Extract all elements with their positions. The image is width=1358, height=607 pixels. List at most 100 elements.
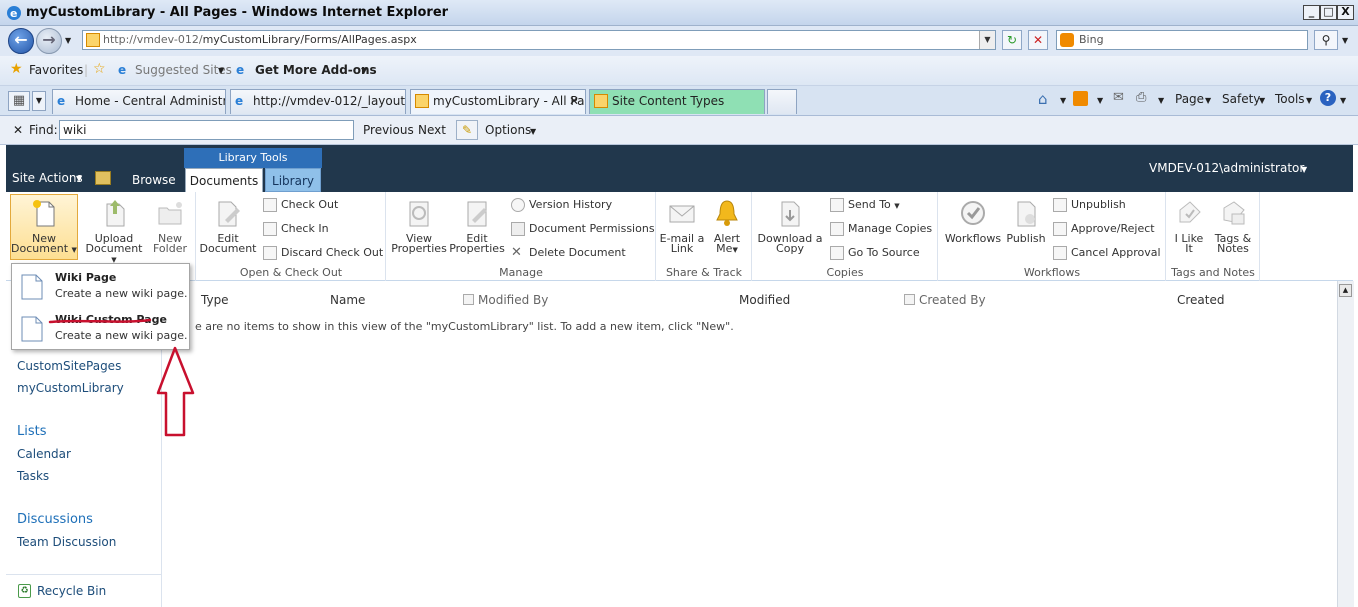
separator: | [84, 63, 89, 77]
column-created[interactable]: Created [1177, 293, 1225, 307]
refresh-icon[interactable]: ↻ [1002, 30, 1022, 50]
chevron-down-icon[interactable]: ▼ [1259, 96, 1265, 105]
column-modified[interactable]: Modified [739, 293, 790, 307]
chevron-down-icon[interactable]: ▼ [530, 127, 536, 136]
nav-calendar[interactable]: Calendar [17, 447, 71, 461]
chevron-down-icon[interactable]: ▼ [361, 66, 367, 75]
sharepoint-page-icon [415, 94, 429, 108]
menu-item-description: Create a new wiki page. [55, 329, 188, 342]
open-check-out-group [196, 192, 386, 281]
tab-documents[interactable]: Documents [185, 168, 263, 192]
nav-custom-site-pages[interactable]: CustomSitePages [17, 359, 121, 373]
scroll-up-icon[interactable]: ▲ [1339, 284, 1352, 297]
add-favorites-icon[interactable]: ☆ [93, 61, 106, 77]
get-more-addons-link[interactable]: Get More Add-ons [255, 63, 377, 77]
chevron-down-icon[interactable]: ▼ [1158, 96, 1164, 105]
address-dropdown-icon[interactable]: ▼ [979, 31, 995, 49]
library-tools-label: Library Tools [184, 148, 322, 168]
new-document-menu: Wiki Page Create a new wiki page. Wiki C… [11, 263, 190, 350]
workflows-group [938, 192, 1166, 281]
browse-tab[interactable]: Browse [132, 173, 176, 187]
column-created-by[interactable]: Created By [904, 293, 986, 307]
ie-logo-icon: e [7, 6, 21, 20]
favorites-button[interactable]: Favorites [29, 63, 83, 77]
find-next-button[interactable]: Next [418, 123, 446, 137]
chevron-down-icon[interactable]: ▼ [1060, 96, 1066, 105]
column-label: Created By [919, 293, 986, 307]
address-row: ← → ▼ http://vmdev-012/myCustomLibrary/F… [0, 26, 1358, 56]
chevron-down-icon[interactable]: ▼ [1306, 96, 1312, 105]
tab-library[interactable]: Library [265, 168, 321, 192]
navigate-up-icon[interactable] [95, 171, 111, 185]
minimize-button[interactable]: _ [1303, 5, 1320, 20]
tab-central-admin[interactable]: e Home - Central Administration [52, 89, 226, 114]
column-modified-by[interactable]: Modified By [463, 293, 548, 307]
vertical-scrollbar[interactable] [1337, 281, 1354, 607]
tools-menu[interactable]: Tools [1275, 92, 1305, 106]
find-previous-button[interactable]: Previous [363, 123, 414, 137]
home-icon[interactable]: ⌂ [1038, 90, 1048, 108]
search-input[interactable]: Bing [1056, 30, 1308, 50]
back-button[interactable]: ← [8, 28, 34, 54]
page-icon [86, 33, 100, 47]
site-actions-menu[interactable]: Site Actions [12, 171, 83, 185]
checkbox[interactable] [904, 294, 915, 305]
nav-tasks[interactable]: Tasks [17, 469, 49, 483]
print-icon[interactable]: ⎙ [1136, 90, 1146, 105]
address-input[interactable]: http://vmdev-012/myCustomLibrary/Forms/A… [82, 30, 996, 50]
red-arrow-annotation [156, 346, 195, 437]
rss-feed-icon[interactable] [1073, 91, 1088, 106]
tab-label: Home - Central Administration [75, 94, 225, 108]
find-input[interactable]: wiki [59, 120, 354, 140]
nav-discussions-heading[interactable]: Discussions [17, 512, 93, 527]
chevron-down-icon[interactable]: ▼ [1097, 96, 1103, 105]
column-name[interactable]: Name [330, 293, 365, 307]
stop-icon[interactable]: ✕ [1028, 30, 1048, 50]
nav-my-custom-library[interactable]: myCustomLibrary [17, 381, 124, 395]
help-icon[interactable]: ? [1320, 90, 1336, 106]
tab-layouts[interactable]: e http://vmdev-012/_layouts/... [230, 89, 406, 114]
nav-recycle-bin[interactable]: Recycle Bin [37, 584, 106, 598]
tab-my-custom-library[interactable]: myCustomLibrary - All Pa... ✕ [410, 89, 586, 114]
chevron-down-icon[interactable]: ▼ [76, 174, 82, 183]
forward-button[interactable]: → [36, 28, 62, 54]
tab-bar: ▦ ▼ e Home - Central Administration e ht… [0, 86, 1358, 116]
tab-label: myCustomLibrary - All Pa... [433, 94, 586, 108]
quick-tabs-icon[interactable]: ▦ [8, 91, 30, 111]
recycle-bin-icon: ♻ [18, 584, 31, 598]
read-mail-icon[interactable]: ✉ [1113, 90, 1124, 105]
nav-lists-heading[interactable]: Lists [17, 424, 47, 439]
page-menu[interactable]: Page [1175, 92, 1204, 106]
user-menu[interactable]: VMDEV-012\administrator [1149, 161, 1304, 175]
tab-list-icon[interactable]: ▼ [32, 91, 46, 111]
history-dropdown-icon[interactable]: ▼ [65, 36, 71, 45]
checkbox[interactable] [463, 294, 474, 305]
red-underline-annotation [48, 318, 152, 324]
copies-group [752, 192, 938, 281]
chevron-down-icon[interactable]: ▼ [1205, 96, 1211, 105]
chevron-down-icon[interactable]: ▼ [1340, 96, 1346, 105]
column-type[interactable]: Type [201, 293, 229, 307]
close-find-icon[interactable]: ✕ [13, 123, 23, 137]
search-options-icon[interactable]: ▼ [1342, 36, 1348, 45]
menu-item-wiki-page[interactable]: Wiki Page Create a new wiki page. [12, 266, 189, 308]
highlight-icon[interactable]: ✎ [456, 120, 478, 140]
bing-icon [1060, 33, 1074, 47]
menu-item-description: Create a new wiki page. [55, 287, 188, 300]
maximize-button[interactable]: □ [1320, 5, 1337, 20]
close-tab-icon[interactable]: ✕ [569, 90, 579, 112]
chevron-down-icon[interactable]: ▼ [1301, 165, 1307, 174]
safety-menu[interactable]: Safety [1222, 92, 1260, 106]
search-icon[interactable]: ⚲ [1314, 30, 1338, 50]
close-window-button[interactable]: X [1337, 5, 1354, 20]
menu-item-title: Wiki Page [55, 271, 117, 284]
chevron-down-icon[interactable]: ▼ [218, 66, 224, 75]
new-tab-button[interactable] [767, 89, 797, 114]
nav-team-discussion[interactable]: Team Discussion [17, 535, 116, 549]
manage-group [386, 192, 656, 281]
find-options-button[interactable]: Options [485, 123, 531, 137]
find-label: Find: [29, 123, 58, 137]
share-track-group [656, 192, 752, 281]
tab-site-content-types[interactable]: Site Content Types [589, 89, 765, 114]
tags-notes-group [1166, 192, 1260, 281]
